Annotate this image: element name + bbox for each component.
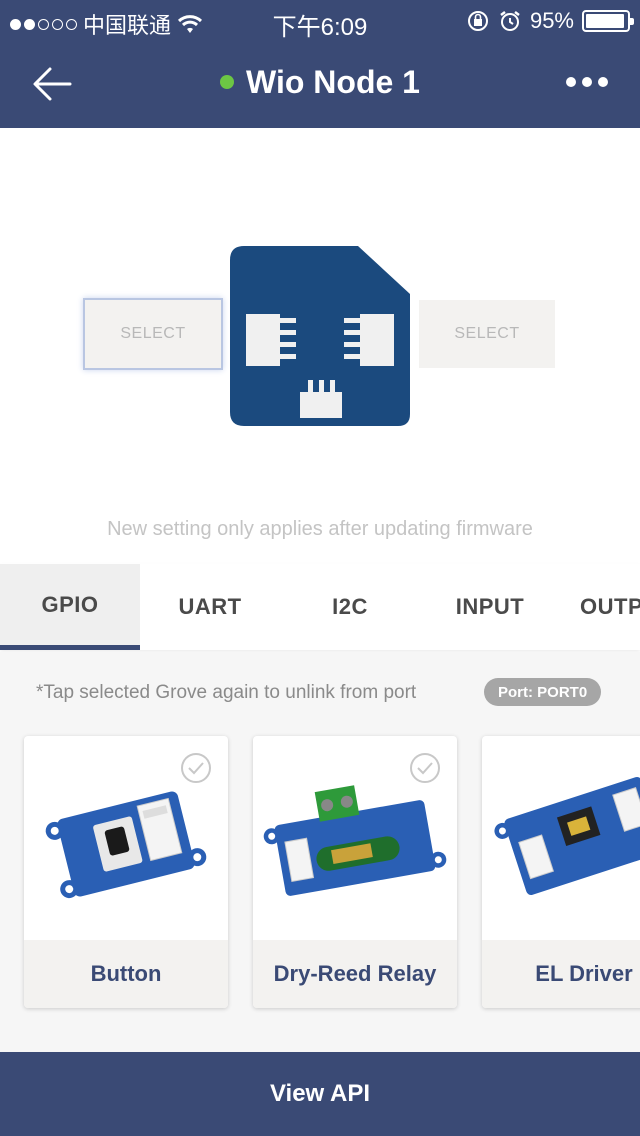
grove-card-el-driver[interactable]: EL Driver xyxy=(482,736,640,1008)
device-name: Wio Node 1 xyxy=(246,64,420,100)
tab-uart[interactable]: UART xyxy=(140,564,280,650)
firmware-note: New setting only applies after updating … xyxy=(107,518,533,540)
battery-percent: 95% xyxy=(529,8,574,33)
grove-list-area: *Tap selected Grove again to unlink from… xyxy=(0,652,640,1052)
page-title: Wio Node 1 xyxy=(0,64,640,101)
alarm-icon xyxy=(500,11,520,31)
board-area: SELECT SELECT New setting only applies a… xyxy=(0,128,640,564)
wio-node-board-image xyxy=(230,246,410,426)
port-badge: Port: PORT0 xyxy=(484,678,602,706)
grove-card-dry-reed-relay[interactable]: Dry-Reed Relay xyxy=(253,736,457,1008)
tab-output[interactable]: OUTP xyxy=(580,564,640,650)
more-dots-icon[interactable] xyxy=(566,70,610,94)
online-status-dot xyxy=(220,74,235,89)
check-circle-icon[interactable] xyxy=(180,752,212,784)
grove-el-driver-image xyxy=(494,777,640,895)
grove-card-label: Dry-Reed Relay xyxy=(253,940,457,1008)
tab-gpio[interactable]: GPIO xyxy=(0,564,140,650)
unlink-hint: *Tap selected Grove again to unlink from… xyxy=(36,682,417,703)
nav-bar: Wio Node 1 xyxy=(0,40,640,128)
port-select-left[interactable]: SELECT xyxy=(85,300,221,368)
check-circle-icon[interactable] xyxy=(409,752,441,784)
battery-icon xyxy=(582,10,634,32)
tab-i2c[interactable]: I2C xyxy=(280,564,420,650)
status-right: 95% xyxy=(466,8,634,34)
grove-card-label: Button xyxy=(24,940,228,1008)
category-tabs: GPIO UART I2C INPUT OUTP xyxy=(0,564,640,650)
grove-card-label: EL Driver xyxy=(482,940,640,1008)
tab-input[interactable]: INPUT xyxy=(420,564,560,650)
port-select-right[interactable]: SELECT xyxy=(419,300,555,368)
view-api-button[interactable]: View API xyxy=(0,1052,640,1136)
orientation-lock-icon xyxy=(467,11,488,31)
grove-card-button[interactable]: Button xyxy=(24,736,228,1008)
status-bar: 中国联通 下午6:09 95% xyxy=(0,0,640,41)
